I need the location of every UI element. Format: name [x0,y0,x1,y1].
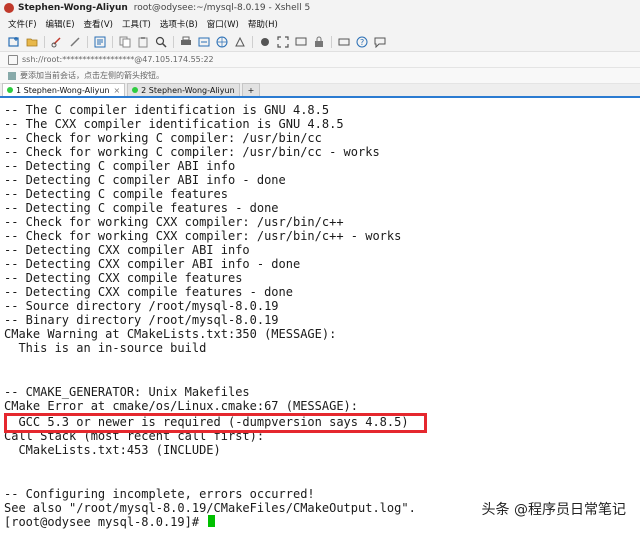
session-hint-bar: 要添加当前会话，点击左侧的箭头按钮。 [0,68,640,84]
chat-icon[interactable] [374,36,386,48]
help-icon[interactable]: ? [356,36,368,48]
properties-icon[interactable] [94,36,106,48]
copy-icon[interactable] [119,36,131,48]
terminal-output[interactable]: -- The C compiler identification is GNU … [0,101,640,535]
terminal-line: This is an in-source build [4,341,207,355]
transfer-icon[interactable] [198,36,210,48]
open-folder-icon[interactable] [26,36,38,48]
globe-icon[interactable] [216,36,228,48]
script-icon[interactable] [234,36,246,48]
svg-text:?: ? [360,38,364,47]
fullscreen-icon[interactable] [277,35,289,48]
terminal-line: -- Check for working C compiler: /usr/bi… [4,131,322,145]
prompt-text: [root@odysee mysql-8.0.19]# [4,515,207,529]
terminal-cursor [208,515,216,527]
terminal-line: -- Source directory /root/mysql-8.0.19 [4,299,279,313]
terminal-line: CMake Warning at CMakeLists.txt:350 (MES… [4,327,337,341]
lock-icon[interactable] [313,36,325,48]
terminal-prompt-line: [root@odysee mysql-8.0.19]# [4,515,216,529]
toolbar-separator [112,35,113,48]
terminal-line: -- The CXX compiler identification is GN… [4,117,344,131]
window-subtitle: root@odysee:~/mysql-8.0.19 - Xshell 5 [133,3,311,13]
print-icon[interactable] [180,36,192,48]
address-bar[interactable]: ssh://root:******************@47.105.174… [0,52,640,68]
menu-tabs[interactable]: 选项卡(B) [160,18,198,30]
xshell-app-icon [4,3,14,13]
terminal-line: -- Detecting C compile features - done [4,201,279,215]
address-lock-icon [8,54,18,65]
tab-session-1[interactable]: 1 Stephen-Wong-Aliyun × [2,83,126,96]
address-text: ssh://root:******************@47.105.174… [22,55,214,64]
tab-label: 1 Stephen-Wong-Aliyun [16,85,110,95]
link-icon[interactable] [51,36,63,48]
toolbar-separator [87,35,88,48]
toolbar-separator [173,35,174,48]
disconnect-icon[interactable] [69,36,81,48]
terminal-line: -- The C compiler identification is GNU … [4,103,330,117]
window-title: Stephen-Wong-Aliyun [18,3,128,13]
terminal-line: -- Detecting CXX compiler ABI info - don… [4,257,301,271]
terminal-line: See also "/root/mysql-8.0.19/CMakeFiles/… [4,501,416,515]
terminal-line: -- Binary directory /root/mysql-8.0.19 [4,313,279,327]
menu-view[interactable]: 查看(V) [84,18,113,30]
toolbar-separator [331,35,332,48]
terminal-line: -- Detecting C compile features [4,187,228,201]
keyboard-icon[interactable] [259,36,271,48]
hint-icon [8,71,16,80]
session-status-icon [7,87,13,93]
terminal-line: -- Check for working CXX compiler: /usr/… [4,229,402,243]
new-session-icon[interactable] [8,36,20,48]
screen-icon[interactable] [295,36,307,48]
paste-icon[interactable] [137,36,149,48]
menu-help[interactable]: 帮助(H) [248,18,278,30]
tab-bar: 1 Stephen-Wong-Aliyun × 2 Stephen-Wong-A… [0,83,640,98]
title-bar: Stephen-Wong-Aliyun root@odysee:~/mysql-… [0,0,640,16]
terminal-line: CMake Error at cmake/os/Linux.cmake:67 (… [4,399,359,413]
terminal-line: -- CMAKE_GENERATOR: Unix Makefiles [4,385,250,399]
watermark: 头条 @程序员日常笔记 [481,502,626,518]
hint-text: 要添加当前会话，点击左侧的箭头按钮。 [20,71,164,80]
terminal-line: -- Detecting C compiler ABI info [4,159,236,173]
menu-tools[interactable]: 工具(T) [122,18,151,30]
terminal-line: -- Detecting CXX compiler ABI info [4,243,250,257]
tab-close-icon[interactable]: × [113,86,120,95]
session-status-icon [132,87,139,93]
menu-edit[interactable]: 编辑(E) [46,18,75,30]
tab-session-2[interactable]: 2 Stephen-Wong-Aliyun [127,83,240,96]
toolbar-separator [44,35,45,48]
terminal-line: -- Check for working C compiler: /usr/bi… [4,145,380,159]
error-highlight-box [4,413,427,433]
terminal-line: -- Detecting CXX compile features - done [4,285,293,299]
menu-file[interactable]: 文件(F) [8,18,37,30]
terminal-line: -- Detecting C compiler ABI info - done [4,173,286,187]
toolbar-separator [252,35,253,48]
terminal-line: -- Configuring incomplete, errors occurr… [4,487,315,501]
menu-bar: 文件(F) 编辑(E) 查看(V) 工具(T) 选项卡(B) 窗口(W) 帮助(… [0,16,640,32]
terminal-line: CMakeLists.txt:453 (INCLUDE) [4,443,221,457]
compose-bar-icon[interactable] [338,36,350,48]
find-icon[interactable] [155,36,167,48]
tab-label: 2 Stephen-Wong-Aliyun [141,85,235,95]
terminal-line: -- Check for working CXX compiler: /usr/… [4,215,344,229]
new-tab-button[interactable]: + [241,83,261,96]
terminal-line: -- Detecting CXX compile features [4,271,243,285]
menu-window[interactable]: 窗口(W) [207,18,239,30]
toolbar: ? [0,32,640,52]
